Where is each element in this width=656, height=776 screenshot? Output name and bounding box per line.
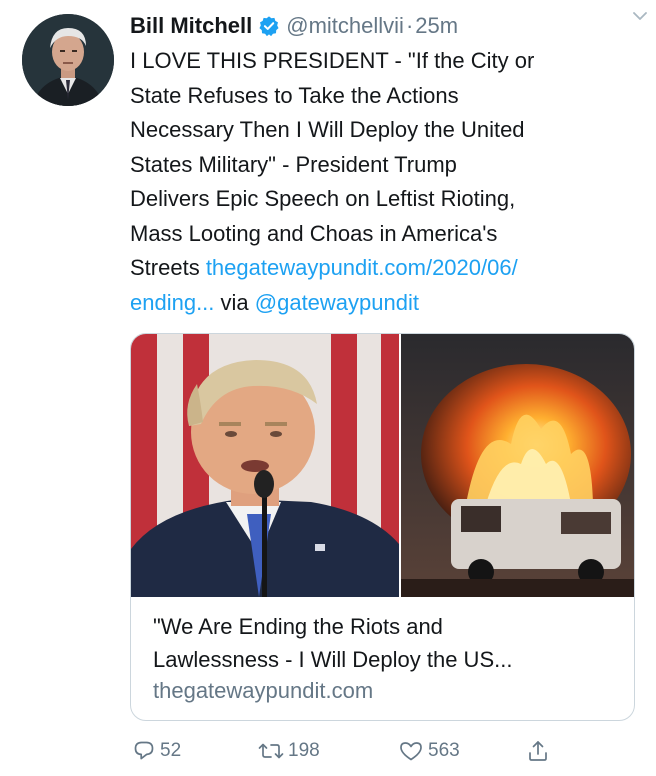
verified-badge-icon: [258, 15, 280, 37]
tweet-text-line: Necessary Then I Will Deploy the United: [130, 117, 525, 142]
article-link[interactable]: thegatewaypundit.com/2020/06/: [206, 255, 518, 280]
tweet-text-line: ending... via @gatewaypundit: [130, 286, 635, 321]
share-icon: [526, 739, 554, 763]
author-name[interactable]: Bill Mitchell: [130, 13, 252, 39]
tweet-text-line: State Refuses to Take the Actions: [130, 82, 459, 108]
retweet-icon: [258, 739, 288, 763]
tweet-timestamp[interactable]: 25m: [415, 13, 458, 39]
card-title-line: Lawlessness - I Will Deploy the US...: [153, 647, 513, 672]
reply-count: 52: [160, 740, 182, 761]
author-avatar[interactable]: [22, 14, 114, 106]
tweet-text-fragment: Streets: [130, 255, 206, 280]
tweet-header: Bill Mitchell @mitchellvii · 25m: [130, 10, 636, 42]
like-count: 563: [428, 740, 460, 761]
chevron-down-icon[interactable]: [632, 8, 648, 24]
header-separator: ·: [405, 13, 414, 38]
like-button[interactable]: 563: [398, 739, 460, 763]
heart-icon: [398, 739, 428, 763]
tweet-text-line: Delivers Epic Speech on Leftist Rioting,: [130, 186, 516, 211]
retweet-button[interactable]: 198: [258, 739, 320, 763]
tweet-text-line: Mass Looting and Choas in America's: [130, 220, 498, 246]
mention-link[interactable]: @gatewaypundit: [255, 290, 419, 315]
via-text: via: [214, 289, 255, 315]
card-image: [131, 334, 634, 597]
share-button[interactable]: [526, 739, 554, 763]
reply-icon: [132, 739, 160, 763]
card-title: "We Are Ending the Riots and Lawlessness…: [153, 610, 613, 676]
tweet-text-line: I LOVE THIS PRESIDENT - "If the City or: [130, 48, 535, 73]
tweet-text: I LOVE THIS PRESIDENT - "If the City or …: [130, 44, 635, 320]
reply-button[interactable]: 52: [132, 739, 181, 763]
card-title-line: "We Are Ending the Riots and: [153, 614, 443, 639]
card-domain: thegatewaypundit.com: [153, 678, 374, 703]
article-link-continued[interactable]: ending...: [130, 290, 214, 315]
author-handle[interactable]: @mitchellvii: [286, 13, 404, 39]
retweet-count: 198: [288, 740, 320, 761]
tweet-actions-bar: 52 198 563: [130, 734, 570, 768]
link-preview-card[interactable]: "We Are Ending the Riots and Lawlessness…: [130, 333, 635, 721]
tweet-text-line: States Military" - President Trump: [130, 151, 457, 177]
tweet-text-line: Streets thegatewaypundit.com/2020/06/: [130, 251, 635, 286]
